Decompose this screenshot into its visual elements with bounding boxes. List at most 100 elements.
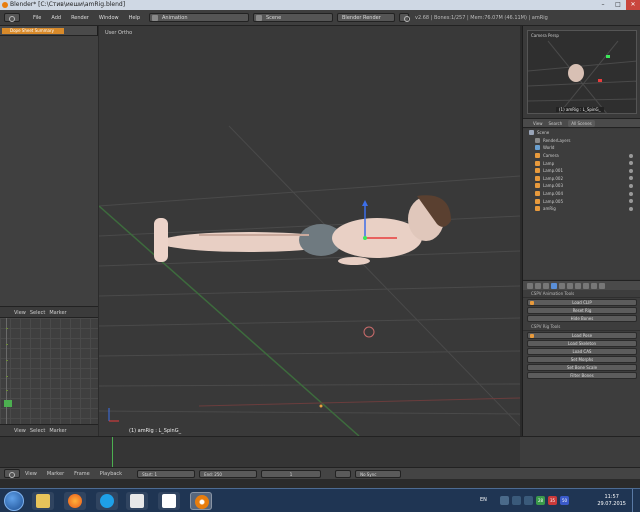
3d-viewport[interactable]: User Ortho (1) amRig: L_SpinG_ (99, 26, 520, 436)
outliner-tab-view[interactable]: View (533, 121, 543, 126)
outliner-tab-search[interactable]: Search (549, 121, 563, 126)
close-button[interactable]: ✕ (626, 0, 640, 10)
camera-preview[interactable]: Camera Persp (1) amRig : L_SpinG_ (527, 30, 637, 114)
physics-tab-icon[interactable] (599, 282, 605, 289)
language-indicator[interactable]: EN (480, 497, 487, 503)
world-tab-icon[interactable] (543, 282, 549, 289)
timeline-menu-marker[interactable]: Marker (42, 471, 69, 477)
footer-menu-view[interactable]: View (14, 428, 26, 434)
outliner-row[interactable]: Lamp.004 (523, 190, 640, 198)
timeline-track[interactable] (0, 437, 520, 467)
taskbar-media[interactable] (126, 492, 148, 510)
editor-type-button[interactable] (4, 13, 20, 22)
volume-icon[interactable] (524, 496, 533, 505)
bone-tab-icon[interactable] (575, 282, 581, 289)
timeline-menu-view[interactable]: View (20, 471, 42, 477)
data-tab-icon[interactable] (567, 282, 573, 289)
network-icon[interactable] (512, 496, 521, 505)
set-morphs-button[interactable]: Set Morphs (527, 356, 637, 363)
modifier-tab-icon[interactable] (559, 282, 565, 289)
outliner-row[interactable]: Lamp.002 (523, 175, 640, 183)
outliner-row[interactable]: Lamp.001 (523, 167, 640, 175)
eye-icon[interactable] (629, 199, 633, 204)
graph-key (6, 344, 8, 345)
start-frame-field[interactable]: Start: 1 (137, 469, 196, 478)
skype-icon (100, 494, 114, 508)
outliner-row[interactable]: Lamp (523, 159, 640, 167)
maximize-button[interactable]: □ (611, 0, 625, 10)
eye-icon[interactable] (629, 168, 633, 173)
menu-file[interactable]: File (28, 15, 46, 21)
outliner-tab-all-scenes[interactable]: All Scenes (568, 119, 595, 127)
taskbar-firefox[interactable] (64, 492, 86, 510)
outliner-row[interactable]: Lamp.003 (523, 182, 640, 190)
outliner: Scene RenderLayers World Camera Lamp Lam… (523, 129, 640, 279)
taskbar-yandex[interactable] (158, 492, 180, 510)
reset-rig-button[interactable]: Reset Rig (527, 307, 637, 314)
dope-sheet-channels[interactable] (0, 36, 98, 306)
object-tab-icon[interactable] (551, 282, 557, 289)
scene-select[interactable]: Scene (253, 13, 333, 22)
graph-menu-select[interactable]: Select (30, 310, 45, 316)
render-tab-icon[interactable] (527, 282, 533, 289)
menu-render[interactable]: Render (66, 15, 94, 21)
menu-window[interactable]: Window (94, 15, 124, 21)
graph-menu-view[interactable]: View (14, 310, 26, 316)
footer-menu-select[interactable]: Select (30, 428, 45, 434)
minimize-button[interactable]: – (596, 0, 610, 10)
filter-bones-button[interactable]: Filter Bones (527, 372, 637, 379)
clock[interactable]: 11:57 29.07.2015 (597, 494, 626, 508)
eye-icon[interactable] (629, 176, 633, 181)
taskbar-blender[interactable] (190, 492, 212, 510)
tray-badge-blue[interactable]: 50 (560, 496, 569, 505)
scene-tab-icon[interactable] (535, 282, 541, 289)
tray-arrow-icon[interactable] (500, 496, 509, 505)
end-frame-field[interactable]: End: 250 (199, 469, 258, 478)
set-bone-scale-button[interactable]: Set Bone Scale (527, 364, 637, 371)
outliner-row[interactable]: RenderLayers (523, 137, 640, 145)
eye-icon[interactable] (629, 206, 633, 211)
load-skeleton-button[interactable]: Load Skeleton (527, 340, 637, 347)
eye-icon[interactable] (629, 153, 633, 158)
playback-controls[interactable] (335, 469, 352, 478)
tray-badge-green[interactable]: 28 (536, 496, 545, 505)
outliner-row[interactable]: World (523, 144, 640, 152)
graph-editor-region[interactable] (0, 318, 98, 424)
start-button[interactable] (4, 491, 24, 511)
graph-key (6, 328, 8, 329)
dope-sheet-summary[interactable]: Dope Sheet Summary (2, 28, 64, 34)
menu-add[interactable]: Add (46, 15, 66, 21)
load-clip-button[interactable]: Load CLIP (527, 299, 637, 306)
footer-menu-marker[interactable]: Marker (49, 428, 66, 434)
outliner-row[interactable]: Lamp.005 (523, 197, 640, 205)
menu-help[interactable]: Help (124, 15, 145, 21)
sync-mode-select[interactable]: No Sync (355, 469, 402, 478)
tray-badge-red[interactable]: 35 (548, 496, 557, 505)
timeline-playhead[interactable] (112, 437, 113, 467)
timeline-menu-playback[interactable]: Playback (95, 471, 127, 477)
eye-icon[interactable] (629, 183, 633, 188)
outliner-row[interactable]: Scene (523, 129, 640, 137)
render-engine-select[interactable]: Blender Render (337, 13, 395, 22)
current-frame-marker[interactable] (4, 400, 12, 407)
eye-icon[interactable] (629, 161, 633, 166)
panel-title-rig-tools[interactable]: CSPV Rig Tools (523, 323, 640, 331)
panel-title-animation-tools[interactable]: CSPV Animation Tools (523, 290, 640, 298)
taskbar-explorer[interactable] (32, 492, 54, 510)
media-icon (130, 494, 144, 508)
outliner-row[interactable]: Camera (523, 152, 640, 160)
taskbar-skype[interactable] (96, 492, 118, 510)
material-tab-icon[interactable] (583, 282, 589, 289)
texture-tab-icon[interactable] (591, 282, 597, 289)
screen-layout-select[interactable]: Animation (149, 13, 249, 22)
eye-icon[interactable] (629, 191, 633, 196)
load-cas-button[interactable]: Load CAS (527, 348, 637, 355)
outliner-row[interactable]: amRig (523, 205, 640, 213)
timeline-editor-type-button[interactable] (4, 469, 20, 478)
graph-menu-marker[interactable]: Marker (49, 310, 66, 316)
current-frame-field[interactable]: 1 (261, 469, 322, 478)
timeline-menu-frame[interactable]: Frame (69, 471, 95, 477)
show-desktop-button[interactable] (632, 489, 640, 512)
hide-bones-button[interactable]: Hide Bones (527, 315, 637, 322)
load-pose-button[interactable]: Load Pose (527, 332, 637, 339)
